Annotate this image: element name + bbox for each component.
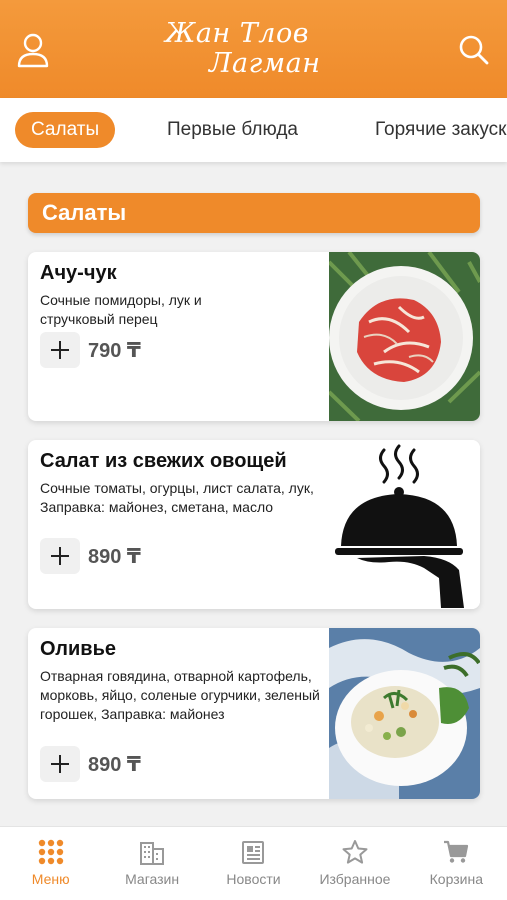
plus-icon	[51, 547, 69, 565]
cloche-placeholder-icon	[329, 440, 480, 609]
search-button[interactable]	[454, 30, 494, 70]
product-description: Сочные томаты, огурцы, лист салата, лук,…	[40, 480, 314, 515]
nav-shop[interactable]: Магазин	[101, 827, 202, 900]
grid-icon	[38, 839, 63, 865]
product-title: Ачу-чук	[40, 262, 117, 284]
building-icon	[140, 842, 165, 865]
nav-label: Новости	[226, 871, 281, 887]
plus-icon	[51, 755, 69, 773]
product-card[interactable]: Салат из свежих овощей Сочные томаты, ог…	[28, 440, 480, 609]
nav-cart[interactable]: Корзина	[406, 827, 507, 900]
product-info: Ачу-чук Сочные помидоры, лук и стручковы…	[40, 262, 330, 329]
product-card[interactable]: Оливье Отварная говядина, отварной карто…	[28, 628, 480, 799]
product-price: 890 ₸	[88, 545, 141, 568]
product-price: 890 ₸	[88, 753, 141, 776]
star-icon	[342, 840, 368, 864]
tab-first-courses[interactable]: Первые блюда	[167, 112, 298, 148]
add-to-cart-button[interactable]	[40, 538, 80, 574]
product-description: Сочные помидоры, лук и стручковый перец	[40, 292, 202, 327]
bottom-navigation: Меню Магазин Новости Избранное Корзина	[0, 826, 507, 900]
cart-icon	[444, 840, 469, 863]
product-title: Салат из свежих овощей	[40, 450, 287, 472]
section-title: Салаты	[28, 193, 480, 233]
app-header: Жан Тлов Лагман	[0, 0, 507, 98]
product-image	[329, 628, 480, 799]
nav-label: Корзина	[429, 871, 483, 887]
brand-logo: Жан Тлов Лагман	[165, 14, 345, 84]
product-title: Оливье	[40, 638, 117, 660]
price-row: 890 ₸	[40, 538, 141, 574]
nav-news[interactable]: Новости	[203, 827, 304, 900]
nav-favorites[interactable]: Избранное	[304, 827, 405, 900]
product-info: Оливье Отварная говядина, отварной карто…	[40, 638, 340, 724]
product-description: Отварная говядина, отварной картофель, м…	[40, 668, 320, 722]
newspaper-icon	[241, 841, 264, 864]
product-card[interactable]: Ачу-чук Сочные помидоры, лук и стручковы…	[28, 252, 480, 421]
product-info: Салат из свежих овощей Сочные томаты, ог…	[40, 450, 340, 517]
product-image	[329, 252, 480, 421]
user-icon	[17, 33, 49, 68]
nav-label: Избранное	[319, 871, 391, 887]
add-to-cart-button[interactable]	[40, 332, 80, 368]
profile-button[interactable]	[13, 30, 53, 70]
logo-line-2: Лагман	[209, 48, 321, 79]
nav-menu[interactable]: Меню	[0, 827, 101, 900]
price-row: 890 ₸	[40, 746, 141, 782]
logo-line-1: Жан Тлов	[165, 18, 309, 49]
tab-hot-appetizers[interactable]: Горячие закуски	[375, 112, 507, 148]
add-to-cart-button[interactable]	[40, 746, 80, 782]
nav-label: Меню	[31, 871, 70, 887]
product-price: 790 ₸	[88, 339, 141, 362]
plus-icon	[51, 341, 69, 359]
nav-label: Магазин	[125, 871, 180, 887]
category-tabs: Салаты Первые блюда Горячие закуски	[0, 98, 507, 162]
tab-salads[interactable]: Салаты	[15, 112, 116, 148]
price-row: 790 ₸	[40, 332, 141, 368]
search-icon	[459, 35, 489, 65]
